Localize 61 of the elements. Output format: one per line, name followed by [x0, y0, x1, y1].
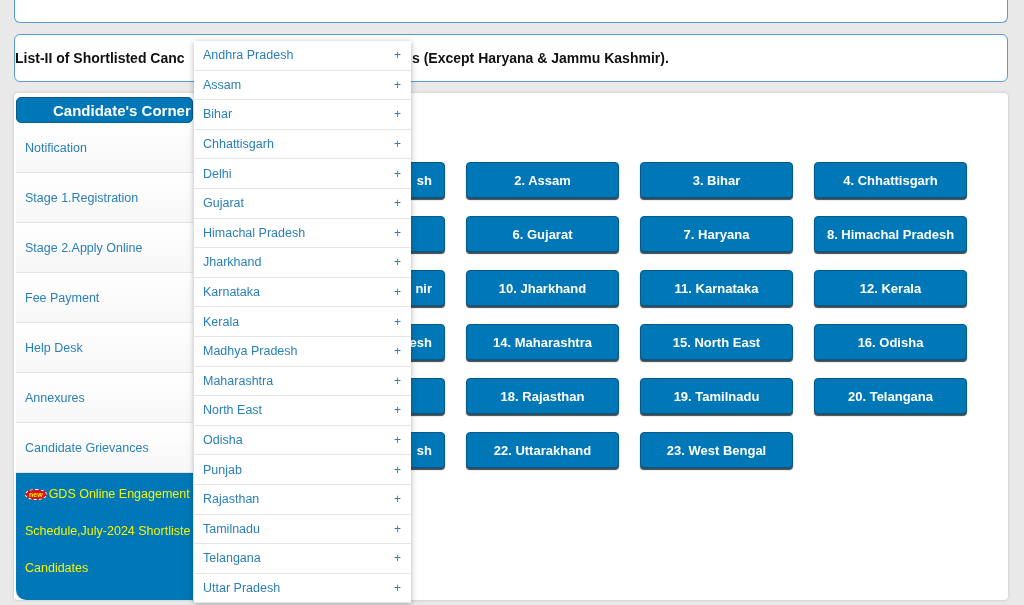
menu-item[interactable]: Delhi +: [194, 159, 411, 189]
state-button[interactable]: 7. Haryana: [640, 216, 793, 252]
plus-icon: +: [394, 225, 401, 240]
menu-item[interactable]: Kerala +: [194, 307, 411, 337]
menu-item[interactable]: Rajasthan +: [194, 484, 411, 515]
menu-item[interactable]: Jharkhand +: [194, 248, 411, 278]
state-button[interactable]: 19. Tamilnadu: [640, 378, 793, 414]
plus-icon: +: [394, 344, 401, 359]
state-button[interactable]: 2. Assam: [466, 162, 619, 198]
plus-icon: +: [394, 581, 401, 595]
plus-icon: +: [394, 433, 401, 447]
notice-link[interactable]: Schedule,July-2024 Shortliste: [25, 524, 191, 538]
menu-item[interactable]: Punjab +: [194, 455, 411, 485]
menu-item[interactable]: Uttar Pradesh +: [194, 573, 411, 604]
menu-item[interactable]: Gujarat +: [194, 188, 411, 219]
state-button[interactable]: 15. North East: [640, 324, 793, 360]
notice-link[interactable]: Candidates: [25, 561, 89, 575]
menu-item[interactable]: Maharashtra +: [194, 366, 411, 397]
heading-text: s (Except Haryana & Jammu Kashmir).: [412, 50, 669, 66]
menu-item[interactable]: Himachal Pradesh +: [194, 218, 411, 249]
notice-link[interactable]: GDS Online Engagement: [48, 487, 190, 501]
state-button[interactable]: 23. West Bengal: [640, 432, 793, 468]
state-button[interactable]: 4. Chhattisgarh: [814, 162, 967, 198]
plus-icon: +: [394, 551, 401, 566]
plus-icon: +: [394, 255, 401, 270]
plus-icon: +: [394, 48, 401, 63]
plus-icon: +: [394, 196, 401, 211]
state-button[interactable]: 12. Kerala: [814, 270, 967, 306]
plus-icon: +: [394, 107, 401, 122]
menu-item[interactable]: Andhra Pradesh +: [194, 41, 411, 71]
sidebar-title: Candidate's Corner: [16, 97, 193, 123]
plus-icon: +: [394, 373, 401, 388]
plus-icon: +: [394, 77, 401, 92]
plus-icon: +: [394, 462, 401, 477]
menu-item[interactable]: Telangana +: [194, 544, 411, 574]
plus-icon: +: [394, 285, 401, 300]
menu-item[interactable]: Madhya Pradesh +: [194, 336, 411, 367]
menu-item[interactable]: Tamilnadu +: [194, 514, 411, 545]
plus-icon: +: [394, 137, 401, 152]
plus-icon: +: [394, 492, 401, 507]
state-button[interactable]: 3. Bihar: [640, 162, 793, 198]
menu-item[interactable]: Odisha +: [194, 425, 411, 456]
plus-icon: +: [394, 166, 401, 181]
state-button[interactable]: 22. Uttarakhand: [466, 432, 619, 468]
state-button[interactable]: 14. Maharashtra: [466, 324, 619, 360]
menu-item[interactable]: North East +: [194, 396, 411, 426]
menu-item[interactable]: Chhattisgarh +: [194, 129, 411, 160]
state-button[interactable]: 11. Karnataka: [640, 270, 793, 306]
heading-text: List-II of Shortlisted Canc: [15, 50, 185, 66]
state-button[interactable]: 20. Telangana: [814, 378, 967, 414]
state-button[interactable]: 10. Jharkhand: [466, 270, 619, 306]
plus-icon: +: [394, 521, 401, 536]
state-button[interactable]: 18. Rajasthan: [466, 378, 619, 414]
state-button[interactable]: 8. Himachal Pradesh: [814, 216, 967, 252]
state-button[interactable]: 6. Gujarat: [466, 216, 619, 252]
plus-icon: +: [394, 403, 401, 418]
state-button[interactable]: 16. Odisha: [814, 324, 967, 360]
menu-item[interactable]: Bihar +: [194, 100, 411, 130]
menu-item[interactable]: Karnataka +: [194, 277, 411, 308]
plus-icon: +: [394, 314, 401, 329]
menu-item[interactable]: Assam +: [194, 70, 411, 101]
